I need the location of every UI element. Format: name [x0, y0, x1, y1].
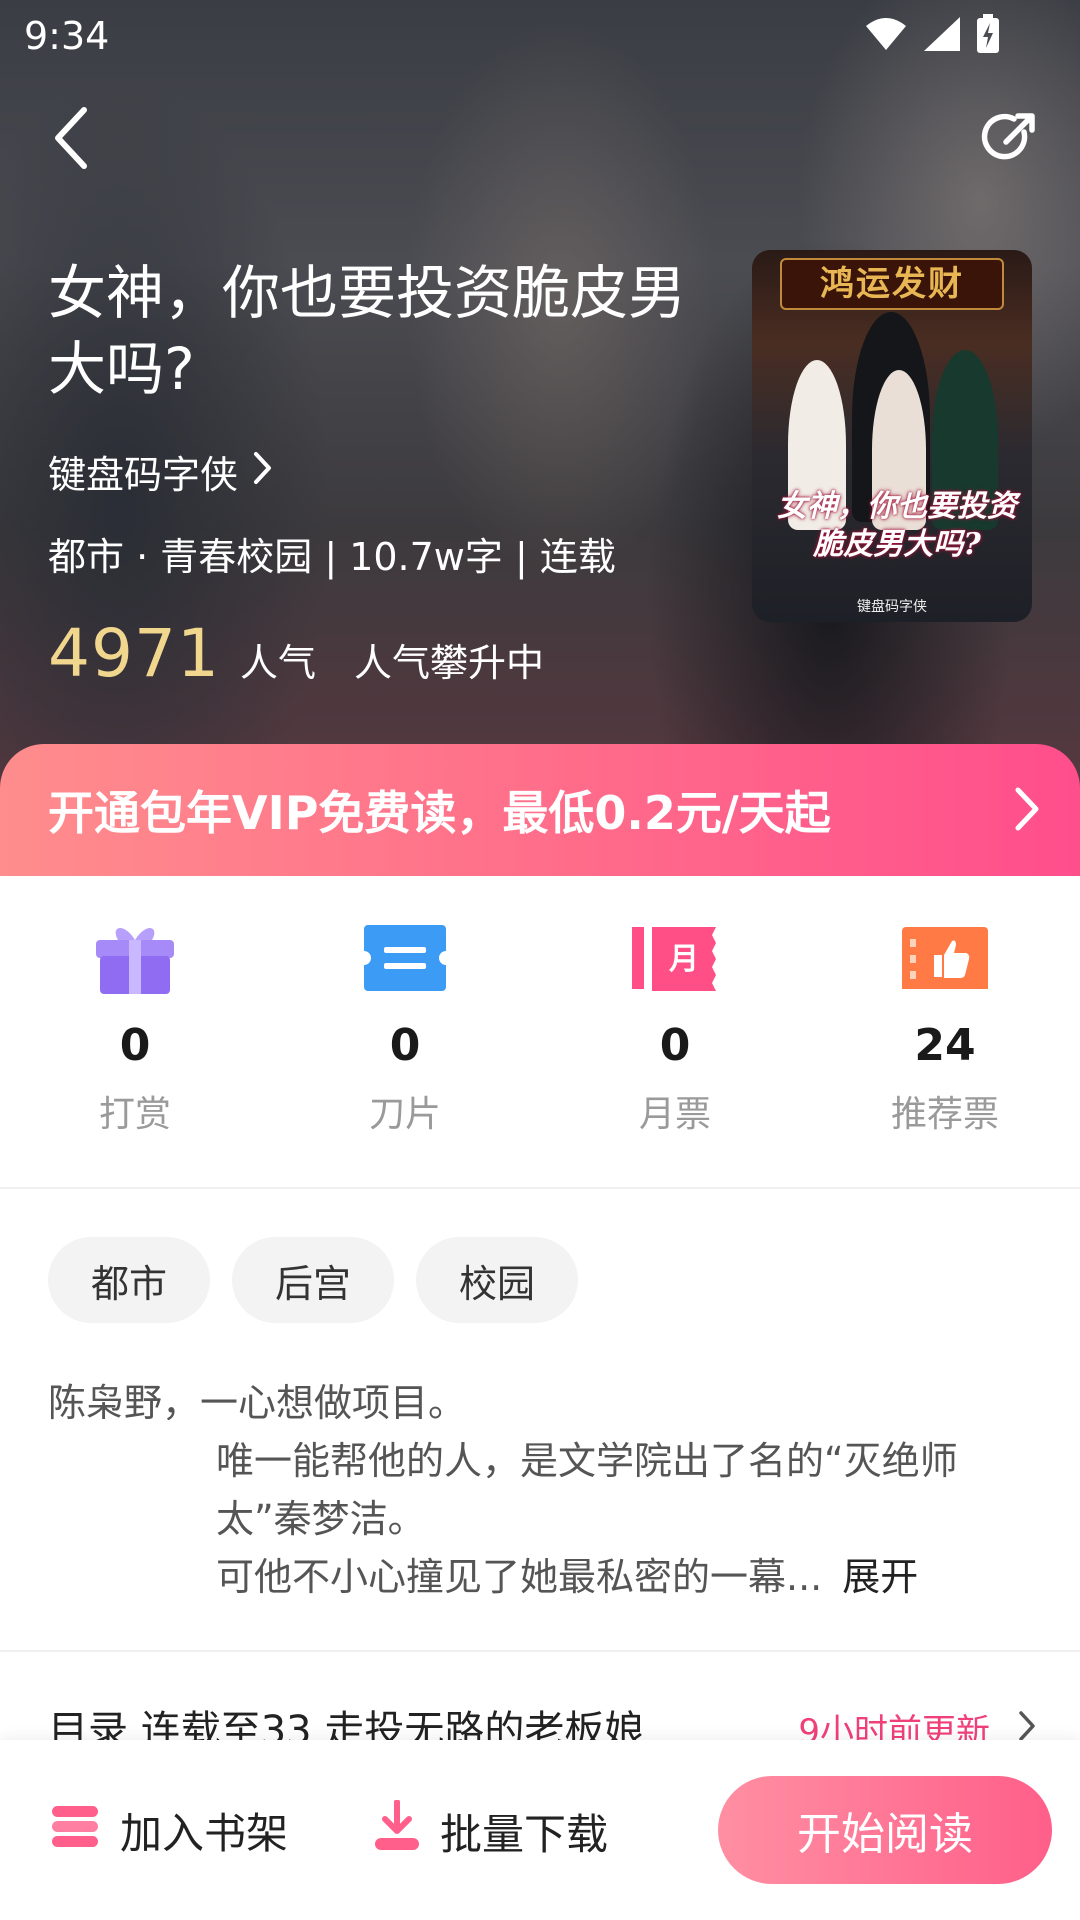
chevron-right-icon — [252, 450, 272, 494]
signal-icon — [922, 15, 962, 53]
add-to-shelf-button[interactable]: 加入书架 — [48, 1800, 288, 1861]
status-icons — [864, 14, 1000, 54]
svg-text:月: 月 — [669, 942, 699, 977]
expand-button[interactable]: 展开 — [842, 1555, 918, 1599]
cover-author-text: 键盘码字侠 — [857, 599, 927, 615]
share-icon — [980, 108, 1040, 172]
batch-download-label: 批量下载 — [440, 1809, 609, 1859]
book-title: 女神，你也要投资脆皮男大吗? — [48, 259, 687, 403]
synopsis-line: 唯一能帮他的人，是文学院出了名的“灭绝师太”秦梦洁。 — [216, 1439, 958, 1541]
section-divider — [0, 1187, 1080, 1189]
download-icon — [372, 1799, 422, 1862]
book-meta: 都市 · 青春校园 | 10.7w字 | 连载 — [48, 535, 616, 579]
stat-recommend-ticket[interactable]: 24 推荐票 — [810, 876, 1080, 1188]
stat-value: 0 — [389, 1020, 421, 1071]
vip-banner[interactable]: 开通包年VIP免费读，最低0.2元/天起 — [0, 744, 1080, 876]
synopsis-line-last: 可他不小心撞见了她最私密的一幕... 展开 — [48, 1548, 1038, 1606]
popularity-row: 4971 人气 人气攀升中 — [48, 615, 544, 692]
stat-label: 月票 — [638, 1094, 711, 1135]
book-cover[interactable]: 鸿运发财 女神，你也要投资脆皮男大吗? 键盘码字侠 — [752, 250, 1032, 622]
synopsis-line: 可他不小心撞见了她最私密的一幕... — [216, 1555, 823, 1599]
batch-download-button[interactable]: 批量下载 — [372, 1799, 609, 1862]
cover-banner-text: 鸿运发财 — [780, 258, 1004, 310]
tag-chip[interactable]: 校园 — [416, 1237, 578, 1323]
monthly-ticket-icon: 月 — [627, 920, 723, 996]
catalog-update-time: 9小时前更新 — [798, 1712, 990, 1740]
tag-list: 都市 后宫 校园 — [48, 1237, 578, 1323]
bottom-action-bar: 加入书架 批量下载 开始阅读 — [0, 1740, 1080, 1920]
popularity-value: 4971 — [48, 615, 220, 692]
status-time: 9:34 — [24, 14, 110, 58]
bookshelf-icon — [48, 1802, 102, 1860]
chevron-left-icon — [50, 106, 90, 174]
vip-banner-text: 开通包年VIP免费读，最低0.2元/天起 — [48, 786, 831, 840]
chevron-right-icon — [1014, 786, 1040, 836]
synopsis-line: 陈枭野，一心想做项目。 — [48, 1381, 467, 1425]
battery-charging-icon — [976, 14, 1000, 54]
stat-value: 0 — [119, 1020, 151, 1071]
stat-label: 推荐票 — [890, 1094, 999, 1135]
stat-monthly-ticket[interactable]: 月 0 月票 — [540, 876, 810, 1188]
stat-value: 24 — [914, 1020, 976, 1071]
synopsis: 陈枭野，一心想做项目。 唯一能帮他的人，是文学院出了名的“灭绝师太”秦梦洁。 可… — [48, 1374, 1038, 1606]
stat-reward[interactable]: 0 打赏 — [0, 876, 270, 1188]
wifi-icon — [864, 16, 908, 52]
thumbs-up-ticket-icon — [897, 920, 993, 996]
add-to-shelf-label: 加入书架 — [120, 1809, 289, 1858]
ticket-icon — [357, 920, 453, 996]
author-link[interactable]: 键盘码字侠 — [48, 444, 272, 499]
author-name: 键盘码字侠 — [48, 453, 239, 497]
tag-chip[interactable]: 后宫 — [232, 1237, 394, 1323]
stat-label: 打赏 — [98, 1094, 171, 1135]
stats-row: 0 打赏 0 刀片 月 0 月票 24 推荐票 — [0, 876, 1080, 1188]
gift-icon — [87, 920, 183, 996]
catalog-row[interactable]: 目录 连载至33 走投无路的老板娘 9小时前更新 — [0, 1652, 1080, 1740]
popularity-label: 人气 — [239, 641, 316, 685]
catalog-title: 目录 连载至33 走投无路的老板娘 — [48, 1708, 645, 1740]
stat-label: 刀片 — [368, 1094, 441, 1135]
share-button[interactable] — [970, 100, 1050, 180]
back-button[interactable] — [30, 100, 110, 180]
chevron-right-icon — [1018, 1710, 1036, 1740]
popularity-trend: 人气攀升中 — [353, 641, 544, 685]
stat-value: 0 — [659, 1020, 691, 1071]
status-bar: 9:34 — [0, 0, 1080, 74]
cover-title-text: 女神，你也要投资脆皮男大吗? — [777, 489, 1017, 562]
tag-chip[interactable]: 都市 — [48, 1237, 210, 1323]
stat-blade[interactable]: 0 刀片 — [270, 876, 540, 1188]
start-reading-button[interactable]: 开始阅读 — [718, 1776, 1052, 1884]
